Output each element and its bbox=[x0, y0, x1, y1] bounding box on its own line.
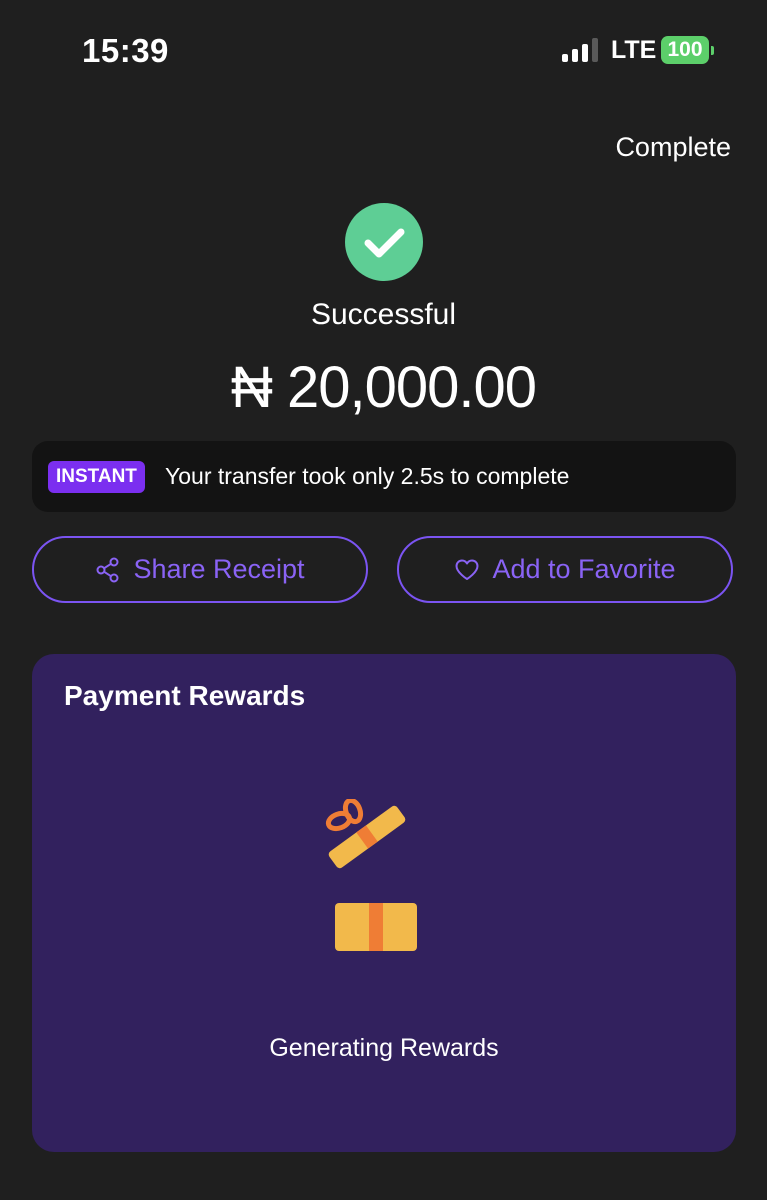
complete-button[interactable]: Complete bbox=[615, 132, 731, 163]
instant-badge: INSTANT bbox=[48, 461, 145, 493]
instant-message: Your transfer took only 2.5s to complete bbox=[165, 463, 570, 489]
share-icon bbox=[95, 557, 121, 583]
gift-icon bbox=[317, 797, 457, 964]
check-icon bbox=[345, 203, 423, 281]
network-type: LTE bbox=[611, 36, 657, 64]
instant-banner: INSTANT Your transfer took only 2.5s to … bbox=[32, 441, 736, 512]
share-receipt-button[interactable]: Share Receipt bbox=[32, 536, 368, 603]
transfer-amount: ₦ 20,000.00 bbox=[230, 355, 537, 420]
add-to-favorite-button[interactable]: Add to Favorite bbox=[397, 536, 733, 603]
status-title: Successful bbox=[310, 298, 457, 331]
status-time: 15:39 bbox=[82, 32, 169, 69]
add-to-favorite-label: Add to Favorite bbox=[492, 554, 676, 584]
battery-tip bbox=[711, 46, 714, 55]
status-bar: 15:39 LTE 100 bbox=[0, 30, 767, 74]
share-receipt-label: Share Receipt bbox=[133, 554, 305, 584]
transfer-success-screen: 15:39 LTE 100 Complete Successful ₦ 20,0… bbox=[0, 0, 767, 1200]
generating-rewards-text: Generating Rewards bbox=[269, 1034, 499, 1062]
rewards-title: Payment Rewards bbox=[64, 680, 306, 711]
signal-strength-icon bbox=[562, 38, 602, 62]
heart-icon bbox=[454, 558, 480, 582]
battery-icon: 100 bbox=[661, 36, 709, 64]
payment-rewards-card: Payment Rewards Generating Rewards bbox=[32, 654, 736, 1152]
